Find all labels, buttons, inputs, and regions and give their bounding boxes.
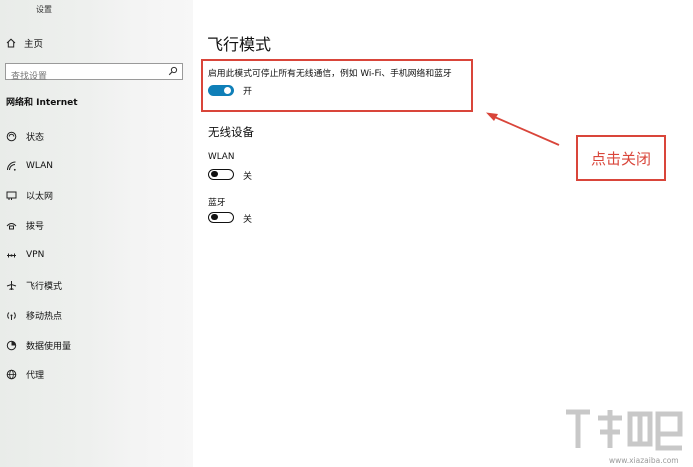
wireless-devices-heading: 无线设备 [208, 125, 254, 139]
sidebar-item-label: 飞行模式 [26, 281, 63, 292]
bluetooth-toggle-state: 关 [243, 215, 253, 225]
toggle-knob [211, 170, 218, 178]
annotation-arrow [486, 112, 560, 146]
search-icon[interactable] [168, 66, 178, 76]
sidebar-item-label: 数据使用量 [26, 341, 72, 352]
hotspot-icon [6, 311, 16, 320]
sidebar-home[interactable]: 主页 [6, 36, 43, 50]
toggle-knob [224, 87, 231, 94]
annotation-callout: 点击关闭 [576, 135, 666, 181]
bluetooth-toggle[interactable] [208, 212, 234, 223]
vpn-icon [6, 253, 16, 257]
watermark-text: www.xiazaiba.com [609, 456, 679, 465]
sidebar-item-ethernet[interactable]: 以太网 [0, 187, 193, 203]
sidebar-item-hotspot[interactable]: 移动热点 [0, 307, 193, 323]
dialup-icon [6, 222, 16, 229]
sidebar-item-data-usage[interactable]: 数据使用量 [0, 337, 193, 353]
ethernet-icon [6, 191, 16, 200]
sidebar-item-label: WLAN [26, 161, 54, 171]
app-title: 设置 [36, 5, 52, 14]
sidebar-item-label: 代理 [26, 370, 45, 381]
sidebar-item-label: 拨号 [26, 221, 45, 232]
sidebar-item-wlan[interactable]: WLAN [0, 158, 193, 174]
sidebar-item-dialup[interactable]: 拨号 [0, 217, 193, 233]
sidebar-item-label: VPN [26, 250, 45, 260]
wlan-label: WLAN [208, 152, 235, 162]
bluetooth-label: 蓝牙 [208, 198, 226, 208]
status-icon [6, 131, 16, 141]
sidebar-item-label: 移动热点 [26, 311, 63, 322]
toggle-knob [211, 213, 218, 221]
airplane-icon [6, 280, 16, 290]
sidebar-item-status[interactable]: 状态 [0, 128, 193, 144]
data-usage-icon [6, 340, 16, 350]
airplane-description: 启用此模式可停止所有无线通信，例如 Wi-Fi、手机网络和蓝牙 [208, 69, 452, 79]
sidebar-item-vpn[interactable]: VPN [0, 247, 193, 263]
page-title: 飞行模式 [207, 35, 272, 54]
sidebar-home-label: 主页 [24, 39, 44, 50]
sidebar-section-title: 网络和 Internet [6, 98, 78, 108]
wlan-toggle-state: 关 [243, 172, 253, 182]
wlan-toggle[interactable] [208, 169, 234, 180]
search-box[interactable] [5, 63, 183, 85]
sidebar-item-label: 以太网 [26, 191, 54, 202]
sidebar-item-label: 状态 [26, 132, 45, 143]
watermark-logo [566, 409, 683, 451]
globe-icon [6, 369, 16, 379]
home-icon [6, 38, 16, 48]
airplane-toggle-state: 开 [243, 87, 253, 97]
sidebar-item-proxy[interactable]: 代理 [0, 366, 193, 382]
search-input[interactable] [6, 69, 161, 85]
sidebar-item-airplane[interactable]: 飞行模式 [0, 277, 193, 293]
sidebar: 设置 主页 网络和 Internet 状态 WLAN [0, 0, 193, 467]
wifi-icon [6, 161, 16, 171]
airplane-mode-toggle[interactable] [208, 85, 234, 96]
